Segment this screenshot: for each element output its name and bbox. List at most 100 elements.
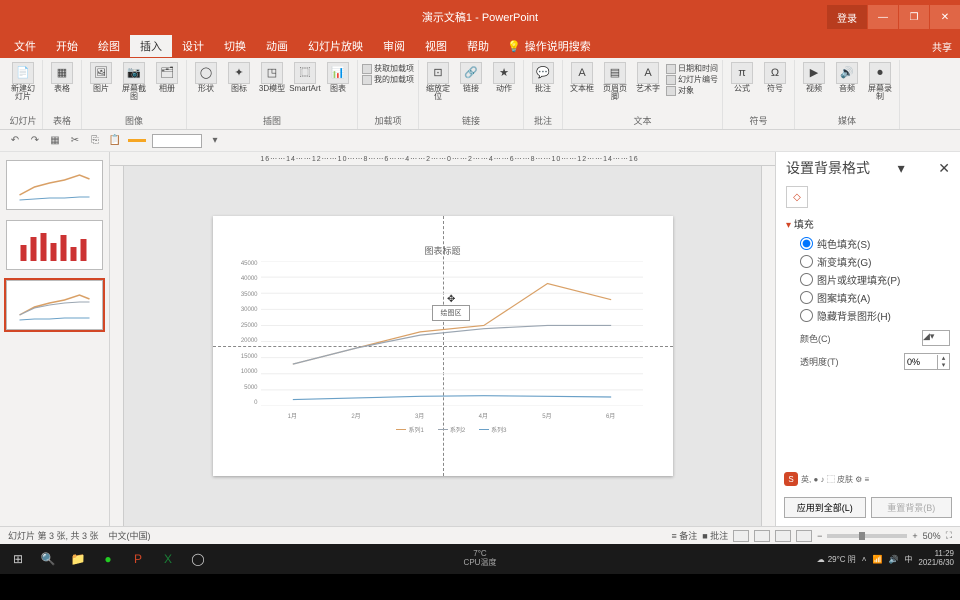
qat-paste-icon[interactable]: 📋 [108,135,122,146]
slide[interactable]: 图表标题 45000400003500030000250002000015000… [213,216,673,476]
fit-button[interactable]: ⛶ [946,530,952,541]
tell-me[interactable]: 操作说明搜索 [525,38,591,54]
explorer-icon[interactable]: 📁 [64,546,92,572]
undo-button[interactable]: ↶ [8,135,22,146]
ribbon-表格[interactable]: ▦表格 [47,62,77,93]
tray-clock[interactable]: 11:292021/6/30 [918,550,954,568]
ribbon-新建幻灯片[interactable]: 📄新建幻灯片 [8,62,38,101]
menu-设计[interactable]: 设计 [172,35,214,57]
start-button[interactable]: ⊞ [4,546,32,572]
tray-ime-icon[interactable]: 中 [904,554,912,565]
sogou-icon[interactable]: S [784,472,798,486]
apply-all-button[interactable]: 应用到全部(L) [784,497,866,518]
fill-option-2[interactable]: 图片或纹理填充(P) [800,272,950,287]
tray-chevron-icon[interactable]: ˄ [862,555,867,564]
weather-widget[interactable]: ☁ 29°C 阴 [817,554,856,565]
ribbon-艺术字[interactable]: A艺术字 [633,62,663,93]
pane-dropdown-icon[interactable]: ▾ [898,160,905,177]
login-button[interactable]: 登录 [827,5,867,29]
minimize-button[interactable]: — [868,5,898,29]
slideshow-button[interactable] [796,530,812,542]
ribbon-音频[interactable]: 🔊音频 [832,62,862,93]
search-icon[interactable]: 🔍 [34,546,62,572]
ribbon-屏幕截图[interactable]: 📷屏幕截图 [119,62,149,101]
fill-section[interactable]: 填充 [786,216,950,231]
vertical-scrollbar[interactable] [761,166,775,526]
status-bar: 幻灯片 第 3 张, 共 3 张 中文(中国) ≡ 备注 ■ 批注 − + 50… [0,526,960,544]
qat-cut-icon[interactable]: ✂ [68,135,82,146]
ribbon-屏幕录制[interactable]: ⏺屏幕录制 [865,62,895,101]
menu-插入[interactable]: 插入 [130,35,172,57]
menu-审阅[interactable]: 审阅 [373,35,415,57]
reading-view-button[interactable] [775,530,791,542]
menu-幻灯片放映[interactable]: 幻灯片放映 [298,35,373,57]
menu-文件[interactable]: 文件 [4,35,46,57]
ribbon-批注[interactable]: 💬批注 [528,62,558,93]
notes-button[interactable]: ≡ 备注 [671,529,697,542]
ribbon-图标[interactable]: ✦图标 [224,62,254,93]
thumbnail-3[interactable] [6,280,103,330]
language-indicator[interactable]: 中文(中国) [109,529,151,542]
menu-绘图[interactable]: 绘图 [88,35,130,57]
thumbnail-2[interactable] [6,220,103,270]
menu-帮助[interactable]: 帮助 [457,35,499,57]
qat-input[interactable] [152,134,202,148]
ribbon-SmartArt[interactable]: ⿴SmartArt [290,62,320,93]
menu-视图[interactable]: 视图 [415,35,457,57]
qat-dropdown-icon[interactable]: ▾ [208,135,222,146]
transparency-input[interactable] [905,357,937,367]
fill-category-icon[interactable]: ◇ [786,186,808,208]
ribbon-文本框[interactable]: A文本框 [567,62,597,93]
ribbon-我的加载项[interactable]: 我的加载项 [362,75,414,85]
fill-option-4[interactable]: 隐藏背景图形(H) [800,308,950,323]
ribbon-视频[interactable]: ▶视频 [799,62,829,93]
ribbon-日期和时间[interactable]: 日期和时间 [666,64,718,74]
restore-button[interactable]: ❐ [899,5,929,29]
pane-close-icon[interactable]: ✕ [938,160,950,177]
slide-area[interactable]: 图表标题 45000400003500030000250002000015000… [124,166,761,526]
thumbnail-1[interactable] [6,160,103,210]
ribbon-公式[interactable]: π公式 [727,62,757,93]
fill-option-1[interactable]: 渐变填充(G) [800,254,950,269]
zoom-out-button[interactable]: − [817,531,822,541]
obs-icon[interactable]: ◯ [184,546,212,572]
comments-button[interactable]: ■ 批注 [702,529,728,542]
excel-icon[interactable]: X [154,546,182,572]
fill-option-3[interactable]: 图案填充(A) [800,290,950,305]
normal-view-button[interactable] [733,530,749,542]
tray-network-icon[interactable]: 📶 [872,555,882,564]
menu-切换[interactable]: 切换 [214,35,256,57]
ribbon-形状[interactable]: ◯形状 [191,62,221,93]
ribbon-图表[interactable]: 📊图表 [323,62,353,93]
qat-color-swatch[interactable] [128,139,146,142]
transparency-spinner[interactable]: ▴▾ [904,353,950,370]
powerpoint-icon[interactable]: P [124,546,152,572]
ribbon-符号[interactable]: Ω符号 [760,62,790,93]
chart[interactable]: 4500040000350003000025000200001500010000… [261,261,643,406]
ribbon-相册[interactable]: 🗂相册 [152,62,182,93]
zoom-in-button[interactable]: + [912,531,917,541]
tray-volume-icon[interactable]: 🔊 [888,555,898,564]
close-button[interactable]: ✕ [930,5,960,29]
ribbon-链接[interactable]: 🔗链接 [456,62,486,93]
ribbon-对象[interactable]: 对象 [666,86,718,96]
qat-copy-icon[interactable]: ⎘ [88,135,102,146]
sorter-view-button[interactable] [754,530,770,542]
ribbon-页眉页脚[interactable]: ▤页眉页脚 [600,62,630,101]
fill-option-0[interactable]: 纯色填充(S) [800,236,950,251]
reset-background-button[interactable]: 重置背景(B) [871,497,953,518]
wechat-icon[interactable]: ● [94,546,122,572]
share-button[interactable]: 共享 [932,39,952,54]
ribbon-图片[interactable]: 🖼图片 [86,62,116,93]
ribbon-获取加载项[interactable]: 获取加载项 [362,64,414,74]
color-picker[interactable]: ◢▾ [922,330,950,346]
zoom-slider[interactable] [827,534,907,538]
ribbon-幻灯片编号[interactable]: 幻灯片编号 [666,75,718,85]
redo-button[interactable]: ↷ [28,135,42,146]
menu-开始[interactable]: 开始 [46,35,88,57]
menu-动画[interactable]: 动画 [256,35,298,57]
ribbon-动作[interactable]: ★动作 [489,62,519,93]
ribbon-3D模型[interactable]: ◳3D模型 [257,62,287,93]
ribbon-缩放定位[interactable]: ⊡缩放定位 [423,62,453,101]
zoom-level[interactable]: 50% [923,531,941,541]
